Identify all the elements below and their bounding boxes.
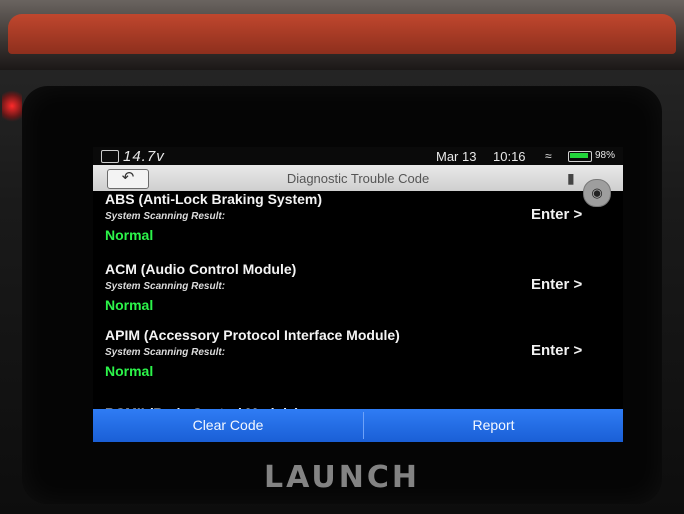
list-item[interactable]: ACM (Audio Control Module) System Scanni…	[93, 261, 623, 331]
flag-icon: ▮	[567, 170, 575, 186]
page-title: Diagnostic Trouble Code	[286, 171, 430, 186]
module-name: APIM (Accessory Protocol Interface Modul…	[105, 327, 400, 343]
battery-voltage: 14.7v	[123, 148, 165, 165]
scan-result-status: Normal	[105, 363, 154, 379]
enter-button[interactable]: Enter >	[531, 276, 582, 293]
battery-icon	[568, 151, 592, 162]
status-bar: 14.7v Mar 13 10:16 ≈ 98%	[93, 147, 623, 165]
list-item[interactable]: ABS (Anti-Lock Braking System) System Sc…	[93, 191, 623, 261]
power-led	[2, 86, 22, 126]
status-date: Mar 13	[436, 149, 477, 164]
enter-button[interactable]: Enter >	[531, 206, 582, 223]
scan-result-label: System Scanning Result:	[105, 281, 226, 292]
vehicle-battery-icon	[101, 150, 119, 163]
screen: 14.7v Mar 13 10:16 ≈ 98% ↶ Diagnostic Tr…	[93, 147, 623, 442]
report-button[interactable]: Report	[364, 409, 623, 442]
module-name: ABS (Anti-Lock Braking System)	[105, 191, 323, 207]
action-bar: Clear Code Report	[93, 409, 623, 442]
module-name: ACM (Audio Control Module)	[105, 261, 297, 277]
wifi-icon: ≈	[545, 149, 552, 163]
scan-result-status: Normal	[105, 227, 154, 243]
device-frame: LAUNCH 14.7v Mar 13 10:16 ≈ 98% ↶ Diagno…	[0, 0, 684, 514]
scan-result-status: Normal	[105, 297, 154, 313]
title-bar: ↶ Diagnostic Trouble Code ▮ ◉	[93, 165, 623, 207]
rubber-bumper	[8, 14, 676, 54]
scan-result-label: System Scanning Result:	[105, 211, 226, 222]
module-list: ABS (Anti-Lock Braking System) System Sc…	[93, 191, 623, 421]
status-time: 10:16	[493, 149, 526, 164]
clear-code-button[interactable]: Clear Code	[93, 409, 363, 442]
brand-logo: LAUNCH	[263, 460, 420, 495]
list-item[interactable]: APIM (Accessory Protocol Interface Modul…	[93, 327, 623, 397]
battery-percent: 98%	[595, 150, 616, 161]
scan-result-label: System Scanning Result:	[105, 347, 226, 358]
enter-button[interactable]: Enter >	[531, 342, 582, 359]
